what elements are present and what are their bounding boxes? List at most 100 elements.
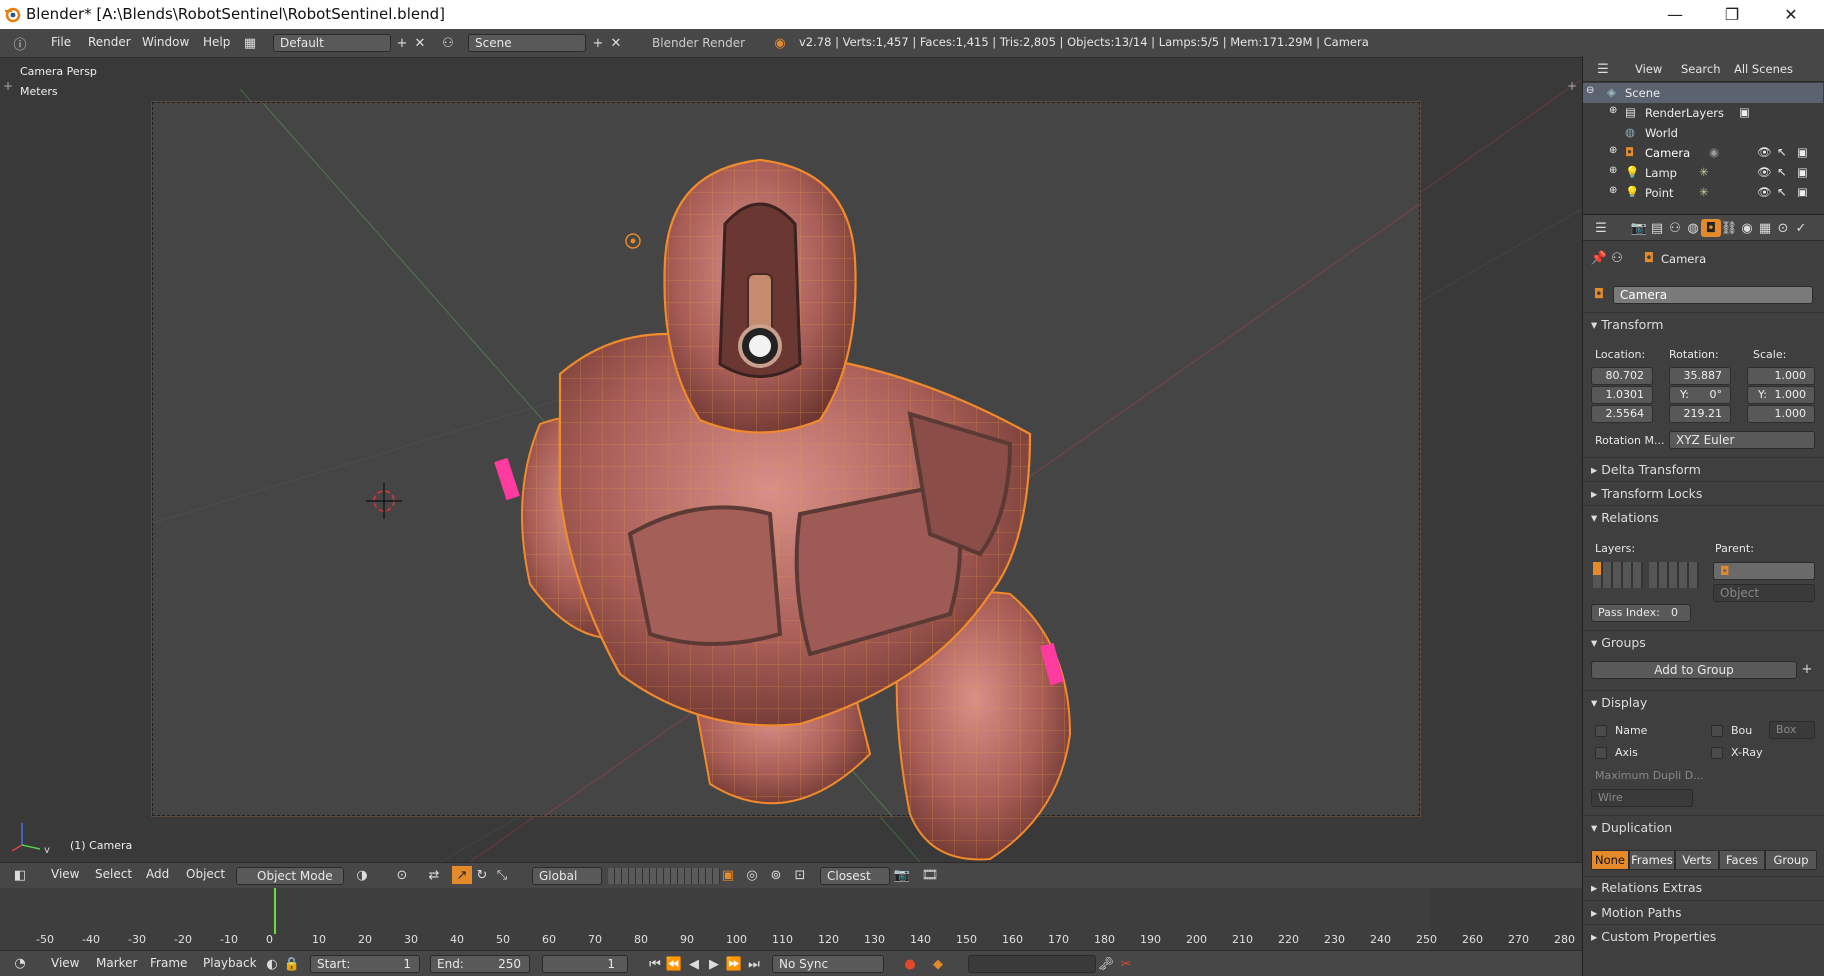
manipulator-icon[interactable]: ⇄ [424, 866, 444, 884]
transform-locks-panel-header[interactable]: ▸ Transform Locks [1591, 486, 1702, 501]
layout-field[interactable]: Default [273, 34, 391, 52]
motion-paths-panel-header[interactable]: ▸ Motion Paths [1591, 905, 1682, 920]
selectable-cursor-icon[interactable]: ↖ [1777, 185, 1787, 197]
jump-start-icon[interactable]: ⏮ [645, 955, 665, 973]
selectable-cursor-icon[interactable]: ↖ [1777, 145, 1787, 159]
snap-toggle-icon[interactable]: ⊚ [766, 866, 786, 884]
relations-panel-header[interactable]: ▾ Relations [1591, 510, 1659, 525]
expand-icon[interactable]: ⊕ [1609, 105, 1617, 116]
active-keying-set-field[interactable] [968, 955, 1096, 973]
robot-sentinel-model[interactable] [470, 114, 1120, 874]
max-dupli-select[interactable]: Wire [1591, 789, 1693, 807]
snap-element-icon[interactable]: ⊡ [790, 866, 810, 884]
play-reverse-icon[interactable]: ◀ [684, 955, 704, 973]
current-frame-marker[interactable] [274, 888, 276, 934]
preview-range-icon[interactable]: ◐ [262, 955, 282, 973]
lock-layers-icon[interactable]: ▣ [718, 866, 738, 884]
object-name-field[interactable]: Camera [1613, 286, 1813, 304]
visibility-eye-icon[interactable]: 👁 [1757, 145, 1772, 159]
jump-keyframe-forward-icon[interactable]: ⏩ [724, 955, 744, 973]
xray-checkbox[interactable] [1711, 747, 1723, 759]
timeline-editor[interactable]: -50 -40 -30 -20 -10 0 10 20 30 40 50 60 70 80 90 100 110… [0, 888, 1582, 950]
rotation-x-field[interactable]: 35.887 [1669, 367, 1731, 385]
display-panel-header[interactable]: ▾ Display [1591, 695, 1647, 710]
scene-icon[interactable]: ⚇ [438, 34, 458, 52]
location-x-field[interactable]: 80.702 [1591, 367, 1653, 385]
groups-panel-header[interactable]: ▾ Groups [1591, 635, 1646, 650]
duplication-panel-header[interactable]: ▾ Duplication [1591, 820, 1672, 835]
delta-transform-panel-header[interactable]: ▸ Delta Transform [1591, 462, 1701, 477]
end-frame-field[interactable]: End: 250 [430, 955, 530, 973]
keying-set-icon[interactable]: ◆ [928, 955, 948, 973]
lock-frame-icon[interactable]: 🔒 [282, 955, 302, 973]
jump-keyframe-back-icon[interactable]: ⏪ [664, 955, 684, 973]
parent-field[interactable]: ◘ [1713, 562, 1815, 580]
scene-tab-icon[interactable]: ⚇ [1665, 219, 1685, 237]
select-menu[interactable]: Select [95, 867, 132, 885]
bounds-type-select[interactable]: Box [1769, 721, 1815, 739]
close-window-button[interactable]: ✕ [1768, 0, 1814, 29]
show-axis-checkbox[interactable] [1595, 747, 1607, 759]
add-scene-icon[interactable]: + [588, 34, 608, 52]
opengl-render-icon[interactable]: 📷 [892, 866, 912, 884]
expand-icon[interactable]: ⊕ [1609, 165, 1617, 176]
pivot-point-icon[interactable]: ⊙ [392, 866, 412, 884]
scale-z-field[interactable]: 1.000 [1747, 405, 1815, 423]
show-name-checkbox[interactable] [1595, 725, 1607, 737]
outliner-item-camera[interactable]: ⊕ ◘ Camera ◉ 👁 ↖ ▣ [1583, 143, 1823, 163]
physics-tab-icon[interactable]: ⊙ [1773, 219, 1793, 237]
editor-type-timeline-icon[interactable]: ◔ [10, 954, 30, 972]
renderable-camera-icon[interactable]: ▣ [1797, 185, 1808, 197]
minimize-button[interactable]: — [1652, 0, 1698, 29]
scale-manipulator-icon[interactable]: ⤡ [492, 866, 512, 884]
proportional-edit-icon[interactable]: ◎ [742, 866, 762, 884]
3d-viewport[interactable]: y + + Camera Persp Meters (1) Camera [0, 59, 1582, 862]
scale-y-field[interactable]: Y: 1.000 [1747, 386, 1815, 404]
editor-type-properties-icon[interactable]: ☰ [1591, 219, 1611, 237]
current-frame-field[interactable]: 1 [542, 955, 628, 973]
lamp-object-icon[interactable] [623, 231, 643, 251]
delete-keyframe-icon[interactable]: ✂ [1116, 955, 1136, 973]
record-keyframe-icon[interactable]: ● [900, 955, 920, 973]
layer-buttons-b[interactable] [664, 868, 720, 884]
object-menu[interactable]: Object [186, 867, 225, 885]
render-animation-icon[interactable]: 🎞 [920, 866, 940, 884]
scene-field[interactable]: Scene [468, 34, 586, 52]
screen-layout-icon[interactable]: ▦ [240, 34, 260, 52]
particles-tab-icon[interactable]: ✓ [1791, 219, 1811, 237]
duplication-frames-tab[interactable]: Frames [1629, 850, 1675, 870]
render-tab-icon[interactable]: 📷 [1629, 219, 1649, 237]
render-layers-tab-icon[interactable]: ▤ [1647, 219, 1667, 237]
menu-help[interactable]: Help [203, 35, 230, 49]
selectable-cursor-icon[interactable]: ↖ [1777, 165, 1787, 179]
jump-end-icon[interactable]: ⏭ [744, 955, 764, 973]
transform-orientation-select[interactable]: Global [532, 867, 602, 885]
expand-icon[interactable]: ⊕ [1609, 145, 1617, 156]
add-menu[interactable]: Add [146, 867, 169, 885]
rotation-mode-select[interactable]: XYZ Euler [1669, 431, 1815, 449]
parent-type-select[interactable]: Object [1713, 584, 1815, 602]
outliner-item-scene[interactable]: ⊖ ◈ Scene [1583, 83, 1823, 103]
duplication-none-tab[interactable]: None [1591, 850, 1629, 870]
timeline-frame-menu[interactable]: Frame [150, 956, 187, 974]
outliner-display-mode[interactable]: All Scenes [1734, 62, 1793, 80]
remove-scene-icon[interactable]: ✕ [606, 34, 626, 52]
snap-target-select[interactable]: Closest [820, 867, 890, 885]
data-tab-icon[interactable]: ◉ [1737, 219, 1757, 237]
pin-icon[interactable]: 📌 [1589, 249, 1609, 267]
3d-cursor-icon[interactable] [366, 483, 402, 519]
duplication-verts-tab[interactable]: Verts [1675, 850, 1719, 870]
rotate-manipulator-icon[interactable]: ↻ [472, 866, 492, 884]
transform-panel-header[interactable]: ▾ Transform [1591, 317, 1663, 332]
rotation-y-field[interactable]: Y: 0° [1669, 386, 1731, 404]
render-engine-select[interactable]: Blender Render [645, 34, 755, 52]
object-layers-grid-b[interactable] [1649, 562, 1699, 588]
add-to-group-button[interactable]: Add to Group [1591, 661, 1797, 679]
play-icon[interactable]: ▶ [704, 955, 724, 973]
translate-manipulator-icon[interactable]: ↗ [452, 866, 472, 884]
outliner-search-menu[interactable]: Search [1681, 62, 1721, 80]
timeline-marker-menu[interactable]: Marker [96, 956, 137, 974]
visibility-eye-icon[interactable]: 👁 [1757, 185, 1772, 197]
add-layout-icon[interactable]: + [392, 34, 412, 52]
renderable-camera-icon[interactable]: ▣ [1797, 165, 1808, 179]
